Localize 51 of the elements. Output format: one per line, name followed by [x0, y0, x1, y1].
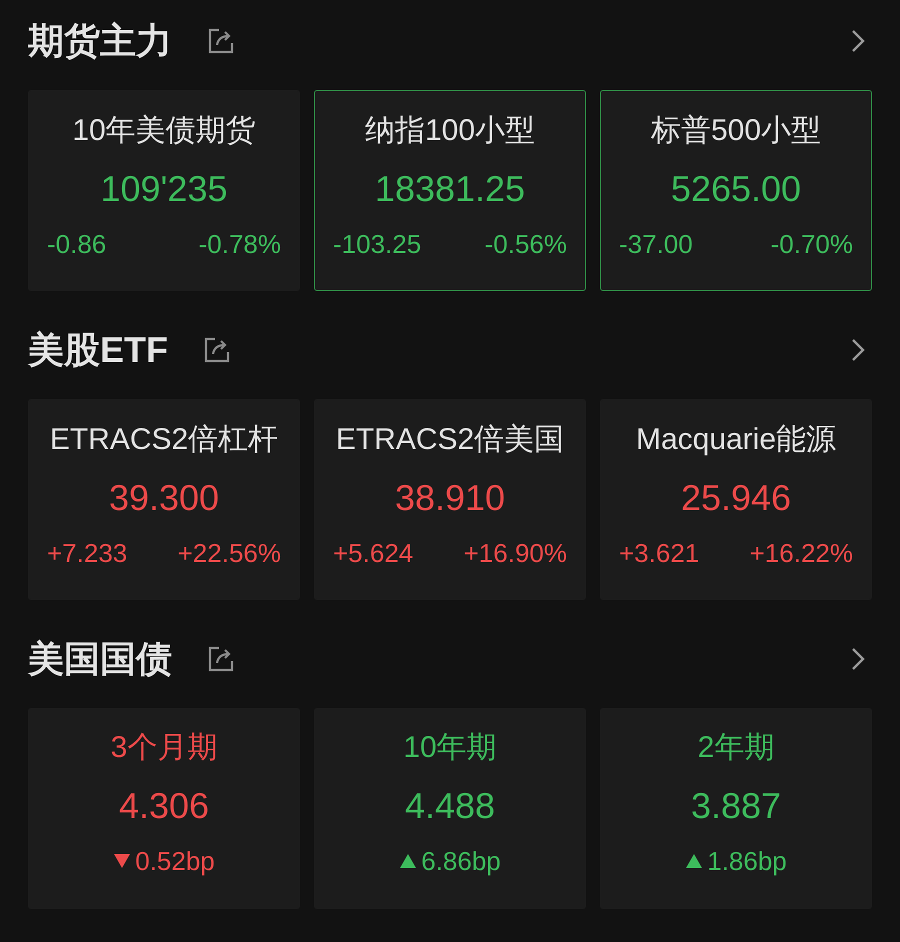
- quote-change: -0.86: [47, 228, 106, 261]
- quote-card[interactable]: ETRACS2倍美国 38.910 +5.624 +16.90%: [314, 399, 586, 600]
- chevron-right-icon[interactable]: [850, 28, 866, 54]
- quote-price: 18381.25: [374, 167, 526, 211]
- quote-change: -37.00: [619, 228, 693, 261]
- bond-yield: 4.306: [118, 784, 210, 828]
- quote-card[interactable]: 标普500小型 5265.00 -37.00 -0.70%: [600, 90, 872, 291]
- quote-change: +5.624: [333, 537, 414, 570]
- quote-percent: -0.70%: [770, 228, 853, 261]
- quote-percent: +22.56%: [178, 537, 281, 570]
- bond-change: 1.86bp: [707, 845, 787, 878]
- share-icon[interactable]: [206, 644, 236, 674]
- section-title: 期货主力: [28, 19, 172, 63]
- quote-card[interactable]: 纳指100小型 18381.25 -103.25 -0.56%: [314, 90, 586, 291]
- quote-name: ETRACS2倍杠杆: [50, 422, 278, 458]
- share-icon[interactable]: [202, 335, 232, 365]
- quote-percent: -0.56%: [484, 228, 567, 261]
- bond-card[interactable]: 3个月期 4.306 0.52bp: [28, 708, 300, 909]
- quote-name: ETRACS2倍美国: [336, 422, 564, 458]
- bond-change: 0.52bp: [135, 845, 215, 878]
- bond-name: 3个月期: [110, 730, 218, 766]
- chevron-right-icon[interactable]: [850, 337, 866, 363]
- section-title: 美国国债: [28, 637, 172, 681]
- quote-change: +3.621: [619, 537, 700, 570]
- quote-card[interactable]: 10年美债期货 109'235 -0.86 -0.78%: [28, 90, 300, 291]
- chevron-right-icon[interactable]: [850, 646, 866, 672]
- quote-card[interactable]: Macquarie能源 25.946 +3.621 +16.22%: [600, 399, 872, 600]
- bond-yield: 3.887: [690, 784, 782, 828]
- quote-percent: +16.22%: [750, 537, 853, 570]
- bond-yield: 4.488: [404, 784, 496, 828]
- quote-card[interactable]: ETRACS2倍杠杆 39.300 +7.233 +22.56%: [28, 399, 300, 600]
- bond-card[interactable]: 10年期 4.488 6.86bp: [314, 708, 586, 909]
- share-icon[interactable]: [206, 26, 236, 56]
- section-title: 美股ETF: [28, 328, 168, 372]
- bond-card[interactable]: 2年期 3.887 1.86bp: [600, 708, 872, 909]
- quote-percent: +16.90%: [464, 537, 567, 570]
- quote-name: 纳指100小型: [364, 113, 536, 149]
- quote-price: 25.946: [680, 476, 792, 520]
- quote-price: 38.910: [394, 476, 506, 520]
- quote-name: Macquarie能源: [636, 422, 836, 458]
- quote-price: 39.300: [108, 476, 220, 520]
- quote-change: -103.25: [333, 228, 422, 261]
- quote-name: 标普500小型: [650, 113, 822, 149]
- quote-percent: -0.78%: [198, 228, 281, 261]
- bond-name: 10年期: [403, 730, 497, 766]
- bond-change: 6.86bp: [421, 845, 501, 878]
- quote-price: 5265.00: [670, 167, 802, 211]
- quote-name: 10年美债期货: [72, 113, 256, 149]
- quote-price: 109'235: [100, 167, 228, 211]
- quote-change: +7.233: [47, 537, 128, 570]
- bond-name: 2年期: [698, 730, 774, 766]
